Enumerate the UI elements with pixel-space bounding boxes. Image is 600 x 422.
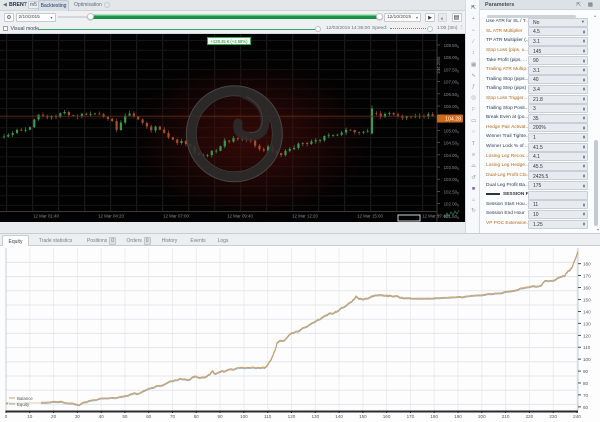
svg-text:50: 50 bbox=[122, 414, 128, 419]
svg-text:160: 160 bbox=[583, 286, 591, 291]
svg-text:30: 30 bbox=[75, 414, 81, 419]
svg-text:Balance: Balance bbox=[17, 396, 33, 401]
svg-text:12 Mar 09:40: 12 Mar 09:40 bbox=[227, 214, 253, 219]
svg-text:104.285: 104.285 bbox=[436, 57, 441, 74]
svg-text:240: 240 bbox=[573, 414, 581, 419]
svg-text:170: 170 bbox=[583, 274, 591, 279]
svg-text:130: 130 bbox=[311, 414, 319, 419]
svg-text:160: 160 bbox=[383, 414, 391, 419]
svg-text:40: 40 bbox=[99, 414, 105, 419]
svg-text:60: 60 bbox=[583, 405, 589, 410]
svg-text:12 Mar 17:40: 12 Mar 17:40 bbox=[422, 214, 448, 219]
svg-text:230: 230 bbox=[549, 414, 557, 419]
svg-text:70: 70 bbox=[170, 414, 176, 419]
svg-text:80: 80 bbox=[194, 414, 200, 419]
svg-text:140: 140 bbox=[335, 414, 343, 419]
svg-text:150: 150 bbox=[359, 414, 367, 419]
svg-text:180: 180 bbox=[430, 414, 438, 419]
svg-text:0: 0 bbox=[5, 414, 8, 419]
svg-text:150: 150 bbox=[583, 298, 591, 303]
svg-text:80: 80 bbox=[583, 381, 589, 386]
svg-text:70: 70 bbox=[583, 393, 589, 398]
svg-text:20: 20 bbox=[51, 414, 57, 419]
svg-text:90: 90 bbox=[583, 369, 589, 374]
svg-text:12 Mar 15:00: 12 Mar 15:00 bbox=[357, 214, 383, 219]
svg-text:130: 130 bbox=[583, 321, 591, 326]
svg-text:220: 220 bbox=[526, 414, 534, 419]
svg-text:12 Mar 04:20: 12 Mar 04:20 bbox=[98, 214, 124, 219]
svg-text:120: 120 bbox=[288, 414, 296, 419]
svg-text:180: 180 bbox=[583, 262, 591, 267]
svg-text:200: 200 bbox=[478, 414, 486, 419]
svg-text:110: 110 bbox=[583, 345, 591, 350]
svg-text:100: 100 bbox=[583, 357, 591, 362]
svg-text:60: 60 bbox=[146, 414, 152, 419]
svg-text:12 Mar 12:20: 12 Mar 12:20 bbox=[292, 214, 318, 219]
svg-text:100: 100 bbox=[240, 414, 248, 419]
svg-text:190: 190 bbox=[454, 414, 462, 419]
svg-text:Equity: Equity bbox=[17, 402, 30, 407]
svg-text:104.28: 104.28 bbox=[445, 117, 461, 123]
svg-text:210: 210 bbox=[502, 414, 510, 419]
svg-text:90: 90 bbox=[218, 414, 224, 419]
svg-text:120: 120 bbox=[583, 333, 591, 338]
svg-text:12 Mar 01:40: 12 Mar 01:40 bbox=[33, 214, 59, 219]
svg-text:12 Mar 07:00: 12 Mar 07:00 bbox=[163, 214, 189, 219]
svg-text:110: 110 bbox=[264, 414, 272, 419]
svg-text:140: 140 bbox=[583, 309, 591, 314]
svg-text:170: 170 bbox=[407, 414, 415, 419]
svg-text:10: 10 bbox=[27, 414, 33, 419]
